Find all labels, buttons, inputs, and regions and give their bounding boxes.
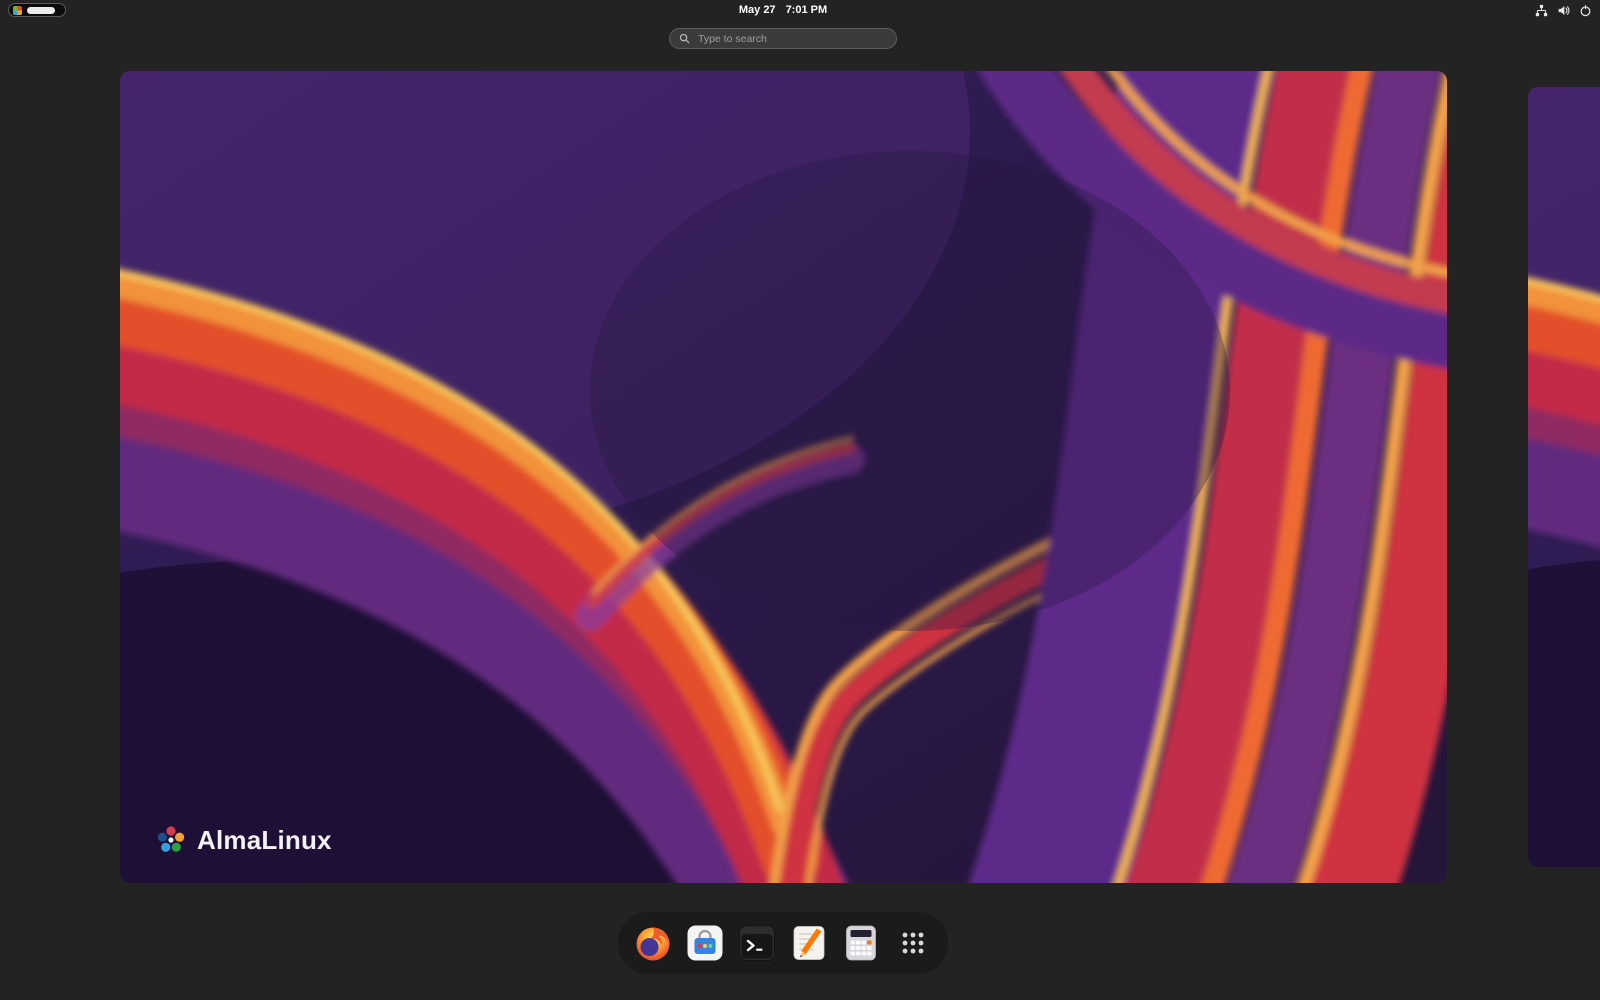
network-icon <box>1535 4 1548 17</box>
wallpaper-image <box>120 71 1447 883</box>
clock[interactable]: May 27 7:01 PM <box>739 0 827 20</box>
clock-date: May 27 <box>739 4 776 16</box>
top-bar: May 27 7:01 PM <box>0 0 1600 20</box>
dock-calculator-button[interactable] <box>838 920 884 966</box>
dock-app-grid-button[interactable] <box>890 920 936 966</box>
active-workspace-pill <box>27 7 55 14</box>
power-icon <box>1579 4 1592 17</box>
workspace-thumbnail-current[interactable]: AlmaLinux <box>120 71 1447 883</box>
wallpaper-image <box>1528 87 1600 867</box>
gnome-activities-overview: May 27 7:01 PM <box>0 0 1600 1000</box>
search-input[interactable] <box>696 32 887 46</box>
volume-icon <box>1557 4 1570 17</box>
terminal-icon <box>737 923 777 963</box>
software-icon <box>685 923 725 963</box>
search-bar[interactable] <box>669 28 897 49</box>
dock-text-editor-button[interactable] <box>786 920 832 966</box>
wallpaper-brand-text: AlmaLinux <box>197 825 332 856</box>
app-grid-icon <box>893 923 933 963</box>
calculator-icon <box>841 923 881 963</box>
wallpaper-brand: AlmaLinux <box>154 823 332 857</box>
clock-time: 7:01 PM <box>786 4 828 16</box>
app-indicator-icon <box>13 6 22 15</box>
text-editor-icon <box>789 923 829 963</box>
activities-workspace-indicator[interactable] <box>8 3 66 17</box>
system-status-area[interactable] <box>1535 0 1592 20</box>
dock-software-button[interactable] <box>682 920 728 966</box>
dock-firefox-button[interactable] <box>630 920 676 966</box>
firefox-icon <box>633 923 673 963</box>
dock-terminal-button[interactable] <box>734 920 780 966</box>
search-icon <box>679 33 690 44</box>
dash-dock <box>618 912 948 974</box>
almalinux-logo-icon <box>154 823 188 857</box>
workspace-thumbnail-next[interactable] <box>1528 87 1600 867</box>
